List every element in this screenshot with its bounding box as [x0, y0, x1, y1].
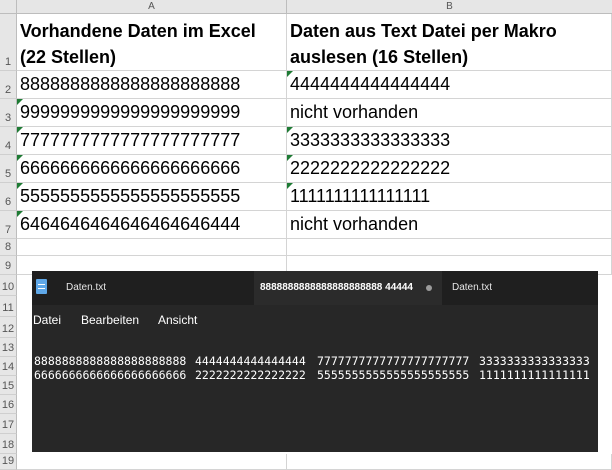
row-header-19[interactable]: 19: [0, 454, 17, 470]
menu-datei[interactable]: Datei: [33, 313, 61, 327]
cell-b1[interactable]: Daten aus Text Datei per Makro auslesen …: [287, 14, 612, 71]
row-header-15[interactable]: 15: [0, 376, 17, 395]
menu-ansicht[interactable]: Ansicht: [158, 313, 197, 327]
cell-value: 6464646464646464646444: [20, 214, 241, 234]
cell-value: 7777777777777777777777: [20, 130, 241, 150]
cell-value: 9999999999999999999999: [20, 102, 241, 122]
cell-a8[interactable]: [17, 239, 287, 256]
row-header-7[interactable]: 7: [0, 211, 17, 239]
tab-bar: Daten.txt 8888888888888888888888 44444 D…: [32, 271, 598, 305]
row-header-5[interactable]: 5: [0, 155, 17, 183]
tab-daten-txt-1[interactable]: Daten.txt: [32, 271, 254, 305]
cell-b6[interactable]: 1111111111111111: [287, 183, 612, 211]
tab-unsaved[interactable]: 8888888888888888888888 44444: [254, 271, 442, 305]
menu-bar: Datei Bearbeiten Ansicht: [32, 305, 598, 335]
select-all-corner[interactable]: [0, 0, 17, 14]
column-header-b[interactable]: B: [287, 0, 612, 14]
row-header-6[interactable]: 6: [0, 183, 17, 211]
cell-a7[interactable]: 6464646464646464646444: [17, 211, 287, 239]
cell-a6[interactable]: 5555555555555555555555: [17, 183, 287, 211]
number-as-text-indicator: [17, 127, 23, 133]
cell-value: 3333333333333333: [290, 130, 451, 150]
row-header-18[interactable]: 18: [0, 434, 17, 454]
tab-label: 8888888888888888888888 44444: [260, 282, 413, 293]
number-as-text-indicator: [17, 211, 23, 217]
row-header-17[interactable]: 17: [0, 414, 17, 434]
cell-a5[interactable]: 6666666666666666666666: [17, 155, 287, 183]
notepad-window: Daten.txt 8888888888888888888888 44444 D…: [32, 271, 598, 452]
cell-b3[interactable]: nicht vorhanden: [287, 99, 612, 127]
cell-b7[interactable]: nicht vorhanden: [287, 211, 612, 239]
row-header-14[interactable]: 14: [0, 357, 17, 376]
row-header-1[interactable]: 1: [0, 14, 17, 71]
cell-value: 2222222222222222: [290, 158, 451, 178]
row-header-16[interactable]: 16: [0, 395, 17, 414]
text-value: 3333333333333333: [479, 354, 590, 368]
cell-a3[interactable]: 9999999999999999999999: [17, 99, 287, 127]
tab-daten-txt-2[interactable]: Daten.txt: [442, 271, 598, 305]
tab-label: Daten.txt: [452, 282, 493, 293]
cell-value: nicht vorhanden: [290, 102, 419, 122]
text-value: 1111111111111111: [479, 368, 590, 382]
cell-value: 1111111111111111: [290, 186, 431, 206]
cell-value: 8888888888888888888888: [20, 74, 241, 94]
text-editor[interactable]: 8888888888888888888888 4444444444444444 …: [34, 354, 590, 382]
column-header-a[interactable]: A: [17, 0, 287, 14]
cell-b4[interactable]: 3333333333333333: [287, 127, 612, 155]
text-value: 5555555555555555555555: [317, 368, 470, 382]
cell-a1[interactable]: Vorhandene Daten im Excel (22 Stellen): [17, 14, 287, 71]
cell-a19[interactable]: [17, 454, 287, 470]
cell-value: 4444444444444444: [290, 74, 451, 94]
row-header-13[interactable]: 13: [0, 338, 17, 357]
cell-value: 5555555555555555555555: [20, 186, 241, 206]
cell-b2[interactable]: 4444444444444444: [287, 71, 612, 99]
row-header-4[interactable]: 4: [0, 127, 17, 155]
cell-value: nicht vorhanden: [290, 214, 419, 234]
number-as-text-indicator: [287, 183, 293, 189]
number-as-text-indicator: [17, 183, 23, 189]
text-value: 4444444444444444: [195, 354, 306, 368]
cell-b19[interactable]: [287, 454, 612, 470]
row-header-2[interactable]: 2: [0, 71, 17, 99]
notepad-file-icon: [36, 279, 47, 294]
number-as-text-indicator: [287, 71, 293, 77]
tab-label: Daten.txt: [66, 282, 107, 293]
text-line-2: 6666666666666666666666 2222222222222222 …: [34, 368, 590, 382]
text-value: 8888888888888888888888: [34, 354, 187, 368]
cell-a2[interactable]: 8888888888888888888888: [17, 71, 287, 99]
cell-a4[interactable]: 7777777777777777777777: [17, 127, 287, 155]
row-header-11[interactable]: 11: [0, 296, 17, 317]
menu-bearbeiten[interactable]: Bearbeiten: [81, 313, 139, 327]
row-header-9[interactable]: 9: [0, 256, 17, 275]
row-header-3[interactable]: 3: [0, 99, 17, 127]
cell-b5[interactable]: 2222222222222222: [287, 155, 612, 183]
text-value: 6666666666666666666666: [34, 368, 187, 382]
unsaved-dot-icon[interactable]: [426, 285, 432, 291]
number-as-text-indicator: [17, 99, 23, 105]
number-as-text-indicator: [287, 127, 293, 133]
row-header-12[interactable]: 12: [0, 317, 17, 338]
number-as-text-indicator: [17, 155, 23, 161]
row-header-8[interactable]: 8: [0, 239, 17, 256]
text-value: 2222222222222222: [195, 368, 306, 382]
text-value: 7777777777777777777777: [317, 354, 470, 368]
row-header-10[interactable]: 10: [0, 275, 17, 296]
cell-b8[interactable]: [287, 239, 612, 256]
number-as-text-indicator: [287, 155, 293, 161]
cell-value: 6666666666666666666666: [20, 158, 241, 178]
text-line-1: 8888888888888888888888 4444444444444444 …: [34, 354, 590, 368]
